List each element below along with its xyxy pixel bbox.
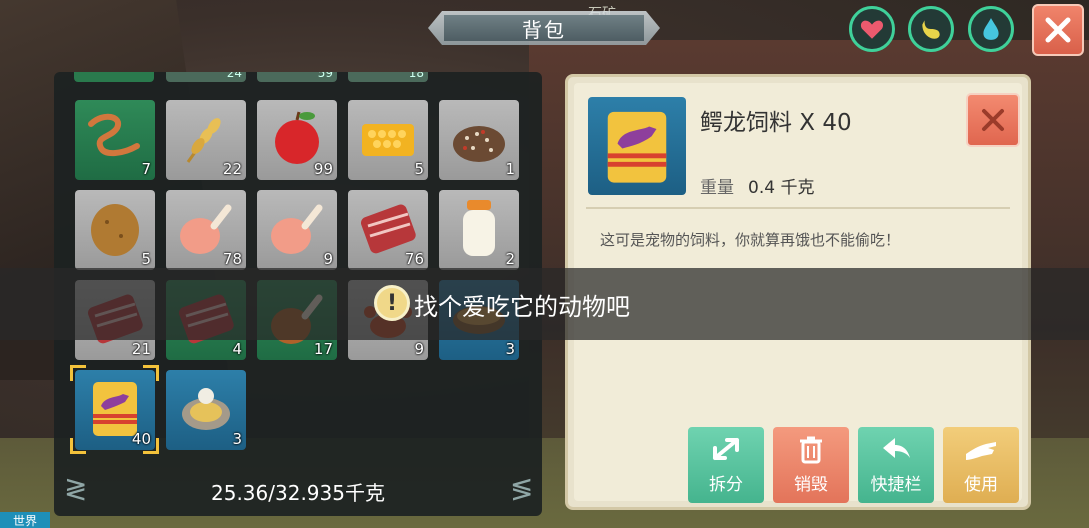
selection-corner xyxy=(70,365,86,381)
pet-food-bag-icon xyxy=(607,111,667,183)
thirst-status[interactable] xyxy=(968,6,1014,52)
slot-strip: 18 xyxy=(348,72,428,82)
inventory-slot[interactable]: 22 xyxy=(166,100,246,180)
warning-icon: ! xyxy=(374,285,410,321)
close-icon xyxy=(982,109,1004,131)
selection-corner xyxy=(143,438,159,454)
toast-message: 找个爱吃它的动物吧 xyxy=(414,293,630,321)
inventory-slot[interactable]: 78 xyxy=(166,190,246,270)
item-weight-label: 重量 xyxy=(700,178,734,198)
seeds-icon xyxy=(453,126,505,162)
inventory-slot[interactable]: 5 xyxy=(348,100,428,180)
inventory-slot[interactable]: 1 xyxy=(439,100,519,180)
close-icon xyxy=(1045,17,1071,43)
inventory-slot[interactable]: 76 xyxy=(348,190,428,270)
use-button[interactable]: 使用 xyxy=(943,427,1019,503)
hunger-status[interactable] xyxy=(908,6,954,52)
return-arrow-icon xyxy=(883,438,910,458)
oyster-icon xyxy=(182,388,230,430)
heart-icon xyxy=(860,20,884,39)
inventory-slot[interactable]: 5 xyxy=(75,190,155,270)
world-chat-tab[interactable]: 世界 xyxy=(0,512,50,528)
potato-icon xyxy=(91,204,139,256)
item-detail-icon xyxy=(588,97,686,195)
inventory-slot[interactable]: 3 xyxy=(166,370,246,450)
item-description: 这可是宠物的饲料，你就算再饿也不能偷吃！ xyxy=(600,231,901,249)
divider xyxy=(586,207,1010,209)
raw-drumstick-icon xyxy=(271,204,323,254)
selection-corner xyxy=(143,365,159,381)
page-title-banner: 背包 xyxy=(428,11,660,45)
shortcut-bar-button[interactable]: 快捷栏 xyxy=(858,427,934,503)
close-detail-button[interactable] xyxy=(966,93,1020,147)
water-drop-icon xyxy=(983,18,999,40)
selection-corner xyxy=(70,438,86,454)
inventory-slot[interactable]: 99 xyxy=(257,100,337,180)
inventory-weight: 25.36/32.935千克 xyxy=(211,480,385,505)
honeycomb-icon xyxy=(362,124,414,156)
inventory-slot[interactable]: 2 xyxy=(439,190,519,270)
inventory-slot[interactable]: 7 xyxy=(75,100,155,180)
slot-strip xyxy=(74,72,154,82)
hand-icon xyxy=(966,442,996,460)
page-title: 背包 xyxy=(522,17,566,42)
item-name: 鳄龙饲料 X 40 xyxy=(700,110,852,136)
expand-arrows-icon xyxy=(713,438,739,460)
trash-icon xyxy=(800,436,822,464)
slot-strip: 24 xyxy=(166,72,246,82)
inventory-slot[interactable]: 9 xyxy=(257,190,337,270)
inventory-weight-bar: 25.36/32.935千克 xyxy=(54,466,542,516)
split-button[interactable]: 拆分 xyxy=(688,427,764,503)
destroy-button[interactable]: 销毁 xyxy=(773,427,849,503)
milk-bottle-icon xyxy=(463,200,495,256)
health-status[interactable] xyxy=(849,6,895,52)
close-backpack-button[interactable] xyxy=(1032,4,1084,56)
worm-icon xyxy=(88,113,140,156)
slot-strip: 59 xyxy=(257,72,337,82)
item-weight-value: 0.4 千克 xyxy=(748,178,815,198)
stomach-icon xyxy=(922,20,940,39)
